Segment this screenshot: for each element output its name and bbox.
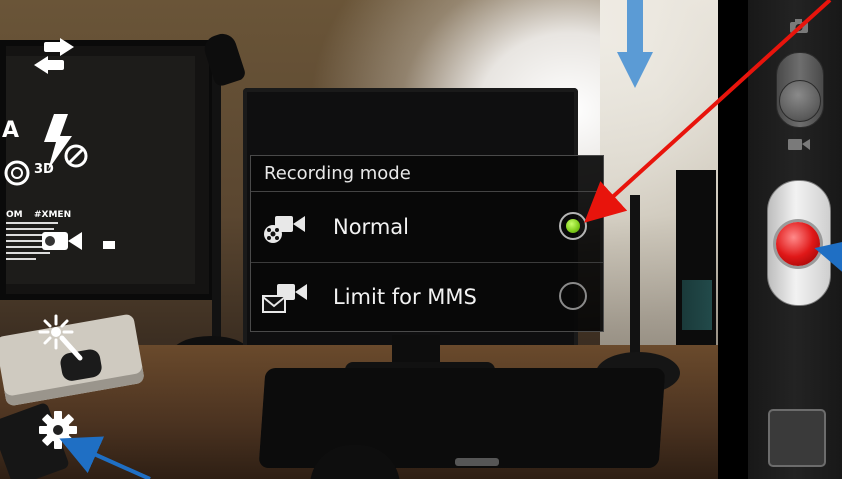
right-lamp-pole bbox=[630, 195, 640, 370]
gear-icon[interactable] bbox=[38, 410, 78, 450]
small-box-icon bbox=[102, 240, 116, 250]
video-camera-overlay-icon bbox=[40, 226, 84, 256]
record-button[interactable] bbox=[776, 222, 820, 266]
video-icon bbox=[787, 136, 811, 155]
option-normal-label: Normal bbox=[333, 215, 409, 239]
radio-normal-selected[interactable] bbox=[559, 212, 587, 240]
screen-text-a: A bbox=[2, 118, 21, 143]
video-camera-envelope-icon bbox=[261, 282, 309, 314]
switch-camera-icon[interactable] bbox=[30, 38, 78, 76]
option-normal[interactable]: Normal bbox=[251, 193, 603, 263]
desk-lamp-pole bbox=[212, 50, 221, 345]
option-limit-mms-label: Limit for MMS bbox=[333, 285, 477, 309]
recording-mode-dialog: Recording mode Normal Limit for MMS bbox=[250, 155, 604, 332]
right-monitor bbox=[676, 170, 716, 345]
keyboard-logo bbox=[455, 458, 499, 466]
mode-switch-knob[interactable] bbox=[779, 80, 821, 122]
camera-viewfinder[interactable]: A 3D OM #XMEN Recording mode Normal Limi… bbox=[0, 0, 842, 479]
option-limit-for-mms[interactable]: Limit for MMS bbox=[251, 263, 603, 332]
flash-off-icon[interactable] bbox=[38, 112, 90, 172]
keyboard bbox=[258, 368, 666, 468]
screen-text-xmen: #XMEN bbox=[34, 210, 72, 220]
gallery-thumbnail[interactable] bbox=[768, 409, 826, 467]
video-camera-reel-icon bbox=[261, 212, 309, 244]
radio-limit-mms[interactable] bbox=[559, 282, 587, 310]
camera-icon bbox=[789, 18, 809, 38]
settings-wand-icon[interactable] bbox=[36, 312, 86, 364]
circle-3d-icon bbox=[4, 160, 34, 186]
dialog-title: Recording mode bbox=[251, 156, 603, 192]
screen-text-om: OM bbox=[6, 210, 23, 220]
